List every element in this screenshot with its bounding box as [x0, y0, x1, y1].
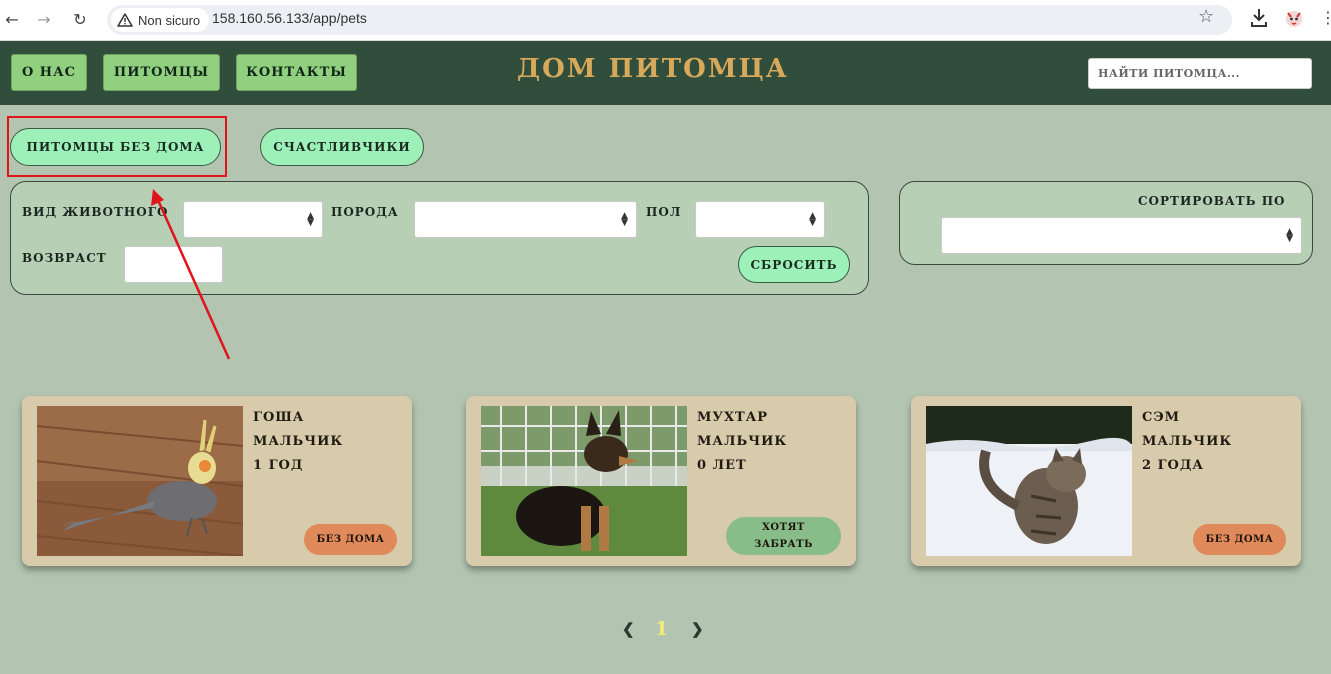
select-arrows-icon: ▲ ▼: [307, 210, 314, 228]
breed-label: ПОРОДА: [331, 205, 399, 219]
nav-contacts-button[interactable]: КОНТАКТЫ: [236, 54, 357, 91]
site-title: ДОМ ПИТОМЦА: [517, 54, 789, 84]
pet-card[interactable]: СЭМ МАЛЬЧИК 2 ГОДА БЕЗ ДОМА: [911, 396, 1301, 566]
breed-select[interactable]: ▲ ▼: [414, 201, 637, 238]
species-label: ВИД ЖИВОТНОГО: [22, 205, 169, 219]
site-header: О НАС ПИТОМЦЫ КОНТАКТЫ ДОМ ПИТОМЦА НАЙТИ…: [0, 41, 1331, 105]
pet-name: СЭМ: [1142, 410, 1181, 425]
tab-lucky-pets[interactable]: СЧАСТЛИВЧИКИ: [260, 128, 424, 166]
search-input[interactable]: НАЙТИ ПИТОМЦА...: [1088, 58, 1312, 89]
security-chip[interactable]: Non sicuro: [111, 8, 210, 32]
cat-in-snow-photo: [926, 406, 1132, 556]
download-icon[interactable]: [1248, 6, 1270, 30]
current-page[interactable]: 1: [655, 618, 668, 640]
sex-label: ПОЛ: [646, 205, 682, 219]
browser-toolbar: ← → ↻ Non sicuro 158.160.56.133/app/pets…: [0, 0, 1331, 41]
nav-about-button[interactable]: О НАС: [11, 54, 87, 91]
warning-icon: [117, 13, 133, 27]
sort-label: СОРТИРОВАТЬ ПО: [1138, 194, 1286, 208]
pet-sex: МАЛЬЧИК: [1142, 434, 1233, 449]
pet-card[interactable]: МУХТАР МАЛЬЧИК 0 ЛЕТ ХОТЯТ ЗАБРАТЬ: [466, 396, 856, 566]
pet-card[interactable]: ГОША МАЛЬЧИК 1 ГОД БЕЗ ДОМА: [22, 396, 412, 566]
reset-button[interactable]: СБРОСИТЬ: [738, 246, 850, 283]
species-select[interactable]: ▲ ▼: [183, 201, 323, 238]
nav-pets-button[interactable]: ПИТОМЦЫ: [103, 54, 220, 91]
pet-sex: МАЛЬЧИК: [253, 434, 344, 449]
select-arrows-icon: ▲ ▼: [1286, 226, 1293, 244]
pet-age: 1 ГОД: [253, 458, 304, 473]
pet-name: ГОША: [253, 410, 305, 425]
sex-select[interactable]: ▲ ▼: [695, 201, 825, 238]
shepherd-puppy-photo: [481, 406, 687, 556]
status-line-2: ЗАБРАТЬ: [754, 539, 813, 550]
pet-name: МУХТАР: [697, 410, 769, 425]
back-arrow-icon[interactable]: ←: [0, 8, 24, 32]
forward-arrow-icon[interactable]: →: [32, 8, 56, 32]
prev-page-icon[interactable]: ❮: [622, 620, 635, 638]
select-arrows-icon: ▲ ▼: [621, 210, 628, 228]
age-input[interactable]: [124, 246, 223, 283]
cockatiel-photo: [37, 406, 243, 556]
age-label: ВОЗВРАСТ: [22, 251, 107, 265]
sort-select[interactable]: ▲ ▼: [941, 217, 1302, 254]
pet-age: 0 ЛЕТ: [697, 458, 747, 473]
extension-icon[interactable]: [1283, 7, 1305, 29]
menu-kebab-icon[interactable]: ⋮: [1320, 8, 1331, 27]
select-arrows-icon: ▲ ▼: [809, 210, 816, 228]
security-label: Non sicuro: [138, 12, 201, 28]
filters-panel: ВИД ЖИВОТНОГО ▲ ▼ ПОРОДА ▲ ▼ ПОЛ ▲ ▼ ВОЗВРА…: [10, 181, 869, 295]
pet-sex: МАЛЬЧИК: [697, 434, 788, 449]
status-line-1: ХОТЯТ: [762, 522, 805, 533]
reload-icon[interactable]: ↻: [68, 8, 92, 32]
next-page-icon[interactable]: ❯: [691, 620, 704, 638]
sort-panel: СОРТИРОВАТЬ ПО ▲ ▼: [899, 181, 1313, 265]
status-badge[interactable]: БЕЗ ДОМА: [304, 524, 397, 555]
pet-info: ГОША МАЛЬЧИК 1 ГОД: [253, 406, 343, 478]
annotation-highlight-box: [7, 116, 227, 177]
status-badge[interactable]: БЕЗ ДОМА: [1193, 524, 1286, 555]
pet-info: СЭМ МАЛЬЧИК 2 ГОДА: [1142, 406, 1232, 478]
bookmark-star-icon[interactable]: ☆: [1198, 6, 1214, 27]
pet-age: 2 ГОДА: [1142, 458, 1205, 473]
status-badge[interactable]: ХОТЯТ ЗАБРАТЬ: [726, 517, 841, 555]
url-text[interactable]: 158.160.56.133/app/pets: [212, 10, 367, 26]
pet-info: МУХТАР МАЛЬЧИК 0 ЛЕТ: [697, 406, 787, 478]
